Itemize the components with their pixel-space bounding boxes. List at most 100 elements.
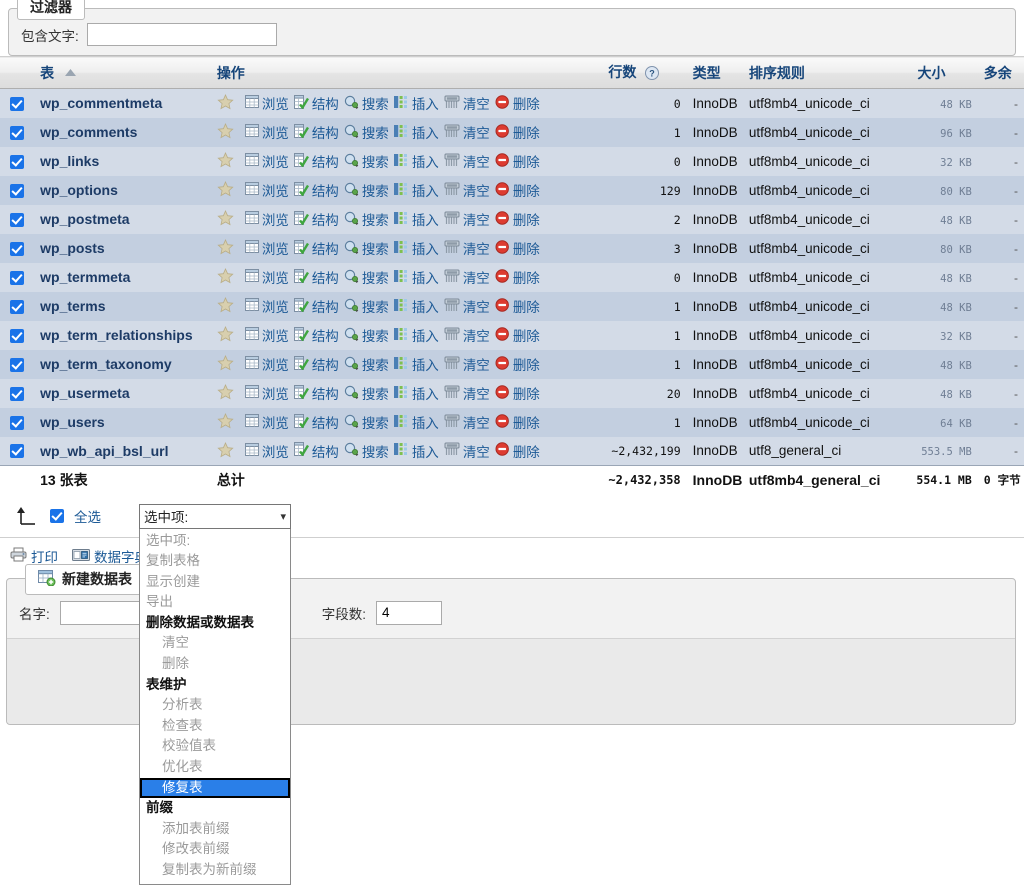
dropdown-option[interactable]: 复制表格 <box>140 551 290 572</box>
header-type[interactable]: 类型 <box>687 57 743 89</box>
row-checkbox[interactable] <box>10 271 24 285</box>
row-checkbox[interactable] <box>10 184 24 198</box>
insert-link[interactable]: 插入 <box>394 412 439 432</box>
select-all-label[interactable]: 全选 <box>74 506 101 526</box>
dropdown-option[interactable]: 优化表 <box>140 757 290 778</box>
insert-link[interactable]: 插入 <box>394 238 439 258</box>
favorite-star-icon[interactable] <box>217 94 234 113</box>
drop-link[interactable]: 删除 <box>495 238 540 258</box>
structure-link[interactable]: 结构 <box>294 122 339 142</box>
insert-link[interactable]: 插入 <box>394 325 439 345</box>
favorite-star-icon[interactable] <box>217 355 234 374</box>
structure-link[interactable]: 结构 <box>294 441 339 461</box>
empty-link[interactable]: 清空 <box>444 325 490 345</box>
table-name-link[interactable]: wp_termmeta <box>40 269 130 285</box>
favorite-star-icon[interactable] <box>217 123 234 142</box>
structure-link[interactable]: 结构 <box>294 209 339 229</box>
dropdown-option[interactable]: 修复表 <box>140 778 290 799</box>
favorite-star-icon[interactable] <box>217 268 234 287</box>
row-checkbox[interactable] <box>10 97 24 111</box>
empty-link[interactable]: 清空 <box>444 122 490 142</box>
drop-link[interactable]: 删除 <box>495 441 540 461</box>
empty-link[interactable]: 清空 <box>444 267 490 287</box>
structure-link[interactable]: 结构 <box>294 151 339 171</box>
favorite-star-icon[interactable] <box>217 442 234 461</box>
search-link[interactable]: 搜索 <box>344 93 389 113</box>
header-table[interactable]: 表 <box>34 57 211 89</box>
insert-link[interactable]: 插入 <box>394 296 439 316</box>
empty-link[interactable]: 清空 <box>444 93 490 113</box>
search-link[interactable]: 搜索 <box>344 122 389 142</box>
dropdown-option[interactable]: 导出 <box>140 592 290 613</box>
insert-link[interactable]: 插入 <box>394 441 439 461</box>
dropdown-option[interactable]: 检查表 <box>140 716 290 737</box>
browse-link[interactable]: 浏览 <box>245 412 289 432</box>
structure-link[interactable]: 结构 <box>294 325 339 345</box>
insert-link[interactable]: 插入 <box>394 354 439 374</box>
favorite-star-icon[interactable] <box>217 239 234 258</box>
row-checkbox[interactable] <box>10 416 24 430</box>
empty-link[interactable]: 清空 <box>444 441 490 461</box>
favorite-star-icon[interactable] <box>217 181 234 200</box>
browse-link[interactable]: 浏览 <box>245 296 289 316</box>
create-table-columns-input[interactable] <box>376 601 442 625</box>
empty-link[interactable]: 清空 <box>444 412 490 432</box>
dropdown-option[interactable]: 选中项: <box>140 531 290 552</box>
browse-link[interactable]: 浏览 <box>245 325 289 345</box>
favorite-star-icon[interactable] <box>217 326 234 345</box>
row-checkbox[interactable] <box>10 155 24 169</box>
drop-link[interactable]: 删除 <box>495 180 540 200</box>
help-icon[interactable]: ? <box>645 66 659 83</box>
empty-link[interactable]: 清空 <box>444 209 490 229</box>
row-checkbox[interactable] <box>10 444 24 458</box>
insert-link[interactable]: 插入 <box>394 151 439 171</box>
structure-link[interactable]: 结构 <box>294 383 339 403</box>
table-name-link[interactable]: wp_links <box>40 153 99 169</box>
with-selected-options-list[interactable]: 选中项:复制表格显示创建导出删除数据或数据表清空删除表维护分析表检查表校验值表优… <box>139 529 291 885</box>
insert-link[interactable]: 插入 <box>394 93 439 113</box>
drop-link[interactable]: 删除 <box>495 354 540 374</box>
row-checkbox[interactable] <box>10 126 24 140</box>
browse-link[interactable]: 浏览 <box>245 180 289 200</box>
favorite-star-icon[interactable] <box>217 210 234 229</box>
structure-link[interactable]: 结构 <box>294 238 339 258</box>
header-overhead[interactable]: 多余 <box>978 57 1024 89</box>
dropdown-option[interactable]: 修改表前缀 <box>140 839 290 860</box>
insert-link[interactable]: 插入 <box>394 180 439 200</box>
insert-link[interactable]: 插入 <box>394 267 439 287</box>
drop-link[interactable]: 删除 <box>495 93 540 113</box>
header-collation[interactable]: 排序规则 <box>743 57 904 89</box>
favorite-star-icon[interactable] <box>217 413 234 432</box>
browse-link[interactable]: 浏览 <box>245 151 289 171</box>
empty-link[interactable]: 清空 <box>444 180 490 200</box>
dropdown-option[interactable]: 复制表为新前缀 <box>140 860 290 881</box>
structure-link[interactable]: 结构 <box>294 93 339 113</box>
empty-link[interactable]: 清空 <box>444 383 490 403</box>
table-name-link[interactable]: wp_wb_api_bsl_url <box>40 443 168 459</box>
dropdown-option[interactable]: 校验值表 <box>140 736 290 757</box>
favorite-star-icon[interactable] <box>217 152 234 171</box>
favorite-star-icon[interactable] <box>217 297 234 316</box>
browse-link[interactable]: 浏览 <box>245 93 289 113</box>
search-link[interactable]: 搜索 <box>344 441 389 461</box>
browse-link[interactable]: 浏览 <box>245 122 289 142</box>
insert-link[interactable]: 插入 <box>394 209 439 229</box>
browse-link[interactable]: 浏览 <box>245 267 289 287</box>
table-name-link[interactable]: wp_terms <box>40 298 105 314</box>
drop-link[interactable]: 删除 <box>495 325 540 345</box>
drop-link[interactable]: 删除 <box>495 122 540 142</box>
search-link[interactable]: 搜索 <box>344 209 389 229</box>
structure-link[interactable]: 结构 <box>294 296 339 316</box>
search-link[interactable]: 搜索 <box>344 180 389 200</box>
create-table-legend[interactable]: 新建数据表 <box>25 564 147 595</box>
drop-link[interactable]: 删除 <box>495 267 540 287</box>
dropdown-option[interactable]: 清空 <box>140 633 290 654</box>
table-name-link[interactable]: wp_usermeta <box>40 385 129 401</box>
drop-link[interactable]: 删除 <box>495 412 540 432</box>
dropdown-option[interactable]: 分析表 <box>140 695 290 716</box>
insert-link[interactable]: 插入 <box>394 122 439 142</box>
table-name-link[interactable]: wp_term_relationships <box>40 327 193 343</box>
table-name-link[interactable]: wp_options <box>40 182 118 198</box>
row-checkbox[interactable] <box>10 242 24 256</box>
drop-link[interactable]: 删除 <box>495 151 540 171</box>
